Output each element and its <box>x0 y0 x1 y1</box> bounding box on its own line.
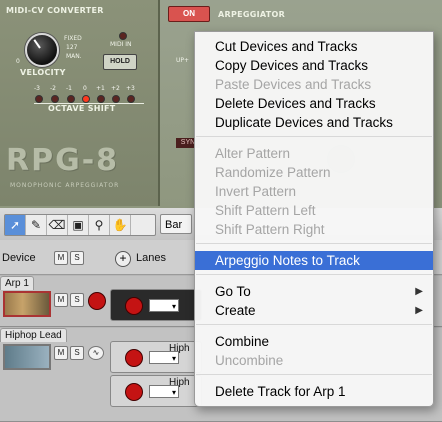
menu-item-copy[interactable]: Copy Devices and Tracks <box>195 56 433 75</box>
arrow-tool-icon[interactable]: ➚ <box>5 215 26 235</box>
magnify-tool-icon[interactable]: ⚲ <box>89 215 110 235</box>
menu-item-duplicate[interactable]: Duplicate Devices and Tracks <box>195 113 433 132</box>
mute-all-button[interactable]: M <box>54 251 68 265</box>
menu-item-combine[interactable]: Combine <box>195 332 433 351</box>
menu-separator <box>196 136 432 137</box>
lane-name: Hiph <box>169 343 190 354</box>
menu-item-label: Go To <box>215 284 251 299</box>
menu-item-label: Create <box>215 303 256 318</box>
menu-separator <box>196 274 432 275</box>
octave-value: +1 <box>96 85 105 92</box>
octave-value: +3 <box>126 85 135 92</box>
hold-button[interactable]: HOLD <box>103 54 137 70</box>
midi-cv-converter-section: MIDI-CV CONVERTER FIXED 127 MAN. 0 VELOC… <box>0 0 160 206</box>
tool-group: ➚ ✎ ⌫ ▣ ⚲ ✋ <box>4 214 156 236</box>
waveform-icon[interactable]: ∿ <box>88 346 104 360</box>
on-button[interactable]: ON <box>168 6 210 22</box>
menu-separator <box>196 243 432 244</box>
track-name[interactable]: Arp 1 <box>0 276 34 290</box>
logo-subtitle: MONOPHONIC ARPEGGIATOR <box>10 182 120 189</box>
lane-name: Hiph <box>169 377 190 388</box>
track-name[interactable]: Hiphop Lead <box>0 328 67 342</box>
octave-value: -2 <box>50 85 56 92</box>
octave-led[interactable] <box>127 95 135 103</box>
octave-led[interactable] <box>67 95 75 103</box>
octave-led-active[interactable] <box>82 95 90 103</box>
lane-record-button[interactable] <box>125 349 143 367</box>
solo-button[interactable]: S <box>70 346 84 360</box>
octave-shift-label: OCTAVE SHIFT <box>48 104 116 113</box>
context-menu: Cut Devices and Tracks Copy Devices and … <box>194 31 434 407</box>
mute-button[interactable]: M <box>54 293 68 307</box>
menu-item-uncombine[interactable]: Uncombine <box>195 351 433 370</box>
octave-value: +2 <box>111 85 120 92</box>
midi-cv-label: MIDI-CV CONVERTER <box>6 6 104 15</box>
fixed-label: FIXED <box>64 35 82 42</box>
menu-item-delete[interactable]: Delete Devices and Tracks <box>195 94 433 113</box>
menu-item-delete-track[interactable]: Delete Track for Arp 1 <box>195 382 433 401</box>
octave-led[interactable] <box>97 95 105 103</box>
menu-item-randomize-pattern[interactable]: Randomize Pattern <box>195 163 433 182</box>
menu-item-shift-right[interactable]: Shift Pattern Right <box>195 220 433 239</box>
menu-item-invert-pattern[interactable]: Invert Pattern <box>195 182 433 201</box>
octave-led[interactable] <box>35 95 43 103</box>
solo-all-button[interactable]: S <box>70 251 84 265</box>
lane-box: ▾ <box>110 289 202 321</box>
menu-item-alter-pattern[interactable]: Alter Pattern <box>195 144 433 163</box>
menu-item-cut[interactable]: Cut Devices and Tracks <box>195 37 433 56</box>
octave-led[interactable] <box>51 95 59 103</box>
menu-item-arpeggio-notes-to-track[interactable]: Arpeggio Notes to Track <box>195 251 433 270</box>
menu-separator <box>196 324 432 325</box>
lane-record-button[interactable] <box>125 297 143 315</box>
synth-device-thumbnail[interactable] <box>3 344 51 370</box>
octave-led[interactable] <box>112 95 120 103</box>
arpeggiator-label: ARPEGGIATOR <box>218 10 286 19</box>
lanes-label: Lanes <box>136 252 166 264</box>
add-lane-button[interactable]: + <box>115 251 131 267</box>
lane-record-button[interactable] <box>125 383 143 401</box>
velocity-label: VELOCITY <box>20 68 66 77</box>
octave-value: -1 <box>66 85 72 92</box>
fixed-value: 127 <box>66 44 78 51</box>
velocity-knob[interactable] <box>25 33 59 67</box>
lane-box: ▾ Hiph <box>110 375 202 407</box>
up-label: UP+ <box>176 57 190 64</box>
razor-tool-icon[interactable]: ▣ <box>68 215 89 235</box>
octave-value: 0 <box>83 85 87 92</box>
submenu-arrow-icon: ▶ <box>415 286 423 297</box>
midi-in-label: MIDI IN <box>110 41 132 48</box>
mute-button[interactable]: M <box>54 346 68 360</box>
submenu-arrow-icon: ▶ <box>415 305 423 316</box>
solo-button[interactable]: S <box>70 293 84 307</box>
midi-in-led <box>119 32 127 40</box>
arp-device-thumbnail[interactable] <box>3 291 51 317</box>
lane-box: ▾ Hiph <box>110 341 202 373</box>
rpg8-logo: RPG-8 <box>6 143 120 178</box>
device-column-label: Device <box>2 252 36 264</box>
menu-separator <box>196 374 432 375</box>
octave-value: -3 <box>34 85 40 92</box>
lane-dropdown[interactable]: ▾ <box>149 299 179 312</box>
snap-select[interactable]: Bar <box>160 214 192 234</box>
hand-tool-icon[interactable]: ✋ <box>110 215 131 235</box>
eraser-tool-icon[interactable]: ⌫ <box>47 215 68 235</box>
menu-item-shift-left[interactable]: Shift Pattern Left <box>195 201 433 220</box>
pencil-tool-icon[interactable]: ✎ <box>26 215 47 235</box>
menu-item-create[interactable]: Create ▶ <box>195 301 433 320</box>
menu-item-paste[interactable]: Paste Devices and Tracks <box>195 75 433 94</box>
man-label: MAN. <box>66 53 82 60</box>
record-enable-button[interactable] <box>88 292 106 310</box>
menu-item-go-to[interactable]: Go To ▶ <box>195 282 433 301</box>
zero-label: 0 <box>16 58 20 65</box>
